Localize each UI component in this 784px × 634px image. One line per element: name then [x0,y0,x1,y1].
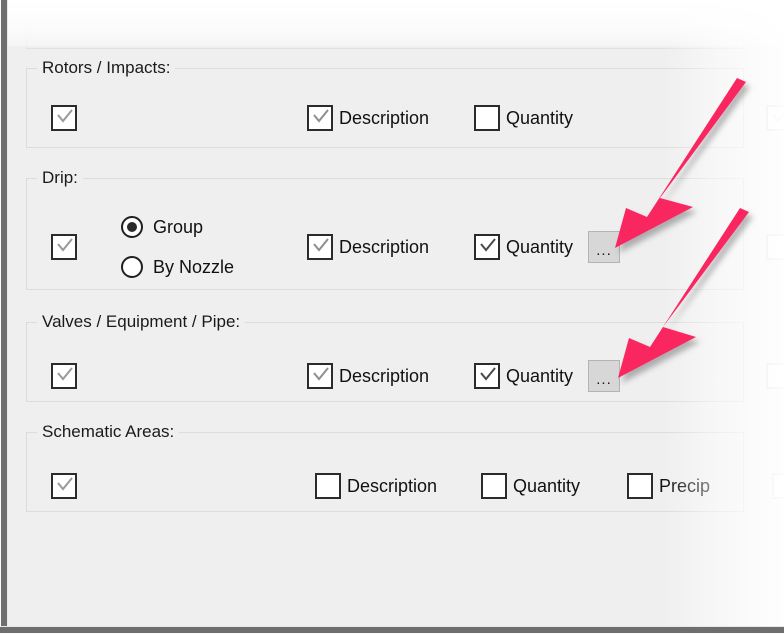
rotors-impacts-quantity-label: Quantity [506,108,574,128]
group-schematic-areas: Schematic Areas: [26,422,744,512]
valves-description-label: Description [339,366,430,386]
window-frame-bottom [0,626,784,634]
checkmark-icon [57,477,73,491]
ellipsis-icon: ... [596,371,612,388]
valves-quantity-options-button[interactable]: ... [588,360,620,392]
dialog-content-surface: By Nozzle Rotors / Impacts: Description … [8,0,784,626]
checkmark-icon [313,109,329,123]
schematic-areas-enable-checkbox[interactable] [51,473,77,499]
valves-equipment-pipe-enable-checkbox[interactable] [51,363,77,389]
schematic-areas-quantity-label: Quantity [513,476,581,496]
checkmark-icon [480,367,496,381]
rotors-impacts-quantity-checkbox[interactable] [474,105,500,131]
schematic-areas-description-checkbox[interactable] [315,473,341,499]
schematic-areas-precip-checkbox[interactable] [627,473,653,499]
drip-quantity-label: Quantity [506,237,574,257]
rotors-impacts-description-label: Description [339,108,430,128]
checkmark-icon [57,109,73,123]
drip-group-radio-label: Group [153,217,204,237]
drip-description-label: Description [339,237,430,257]
group-rotors-impacts-title: Rotors / Impacts: [37,58,176,78]
drip-description-checkbox[interactable] [307,234,333,260]
drip-quantity-checkbox[interactable] [474,234,500,260]
valves-description-checkbox[interactable] [307,363,333,389]
drip-by-nozzle-radio[interactable] [121,256,143,278]
schematic-areas-description-label: Description [347,476,438,496]
group-schematic-areas-title: Schematic Areas: [37,422,180,442]
drip-group-radio[interactable] [121,216,143,238]
checkmark-icon [480,238,496,252]
radio-selected-dot [127,222,137,232]
drip-quantity-options-button[interactable]: ... [588,231,620,263]
checkmark-icon [313,238,329,252]
checkmark-icon [772,112,784,123]
window-frame-left [0,0,8,634]
group-valves-equipment-pipe: Valves / Equipment / Pipe: [26,312,744,402]
rotors-impacts-extra-checkbox[interactable] [766,105,784,131]
settings-dialog-window: By Nozzle Rotors / Impacts: Description … [0,0,784,634]
schematic-areas-quantity-checkbox[interactable] [481,473,507,499]
scrolled-off-by-nozzle-label: By Nozzle [154,2,236,22]
valves-extra-checkbox[interactable] [766,363,784,389]
schematic-areas-precip-label: Precip [659,476,711,496]
checkmark-icon [57,238,73,252]
drip-enable-checkbox[interactable] [51,234,77,260]
rotors-impacts-description-checkbox[interactable] [307,105,333,131]
rotors-impacts-enable-checkbox[interactable] [51,105,77,131]
group-drip-title: Drip: [37,168,83,188]
scrolled-off-by-nozzle-radio[interactable] [122,2,144,24]
ellipsis-icon: ... [596,242,612,259]
valves-quantity-label: Quantity [506,366,574,386]
drip-extra-checkbox[interactable] [766,234,784,260]
checkmark-icon [57,367,73,381]
valves-quantity-checkbox[interactable] [474,363,500,389]
checkmark-icon [313,367,329,381]
drip-by-nozzle-radio-label: By Nozzle [153,257,235,277]
schematic-areas-extra-checkbox[interactable] [772,473,784,499]
group-valves-equipment-pipe-title: Valves / Equipment / Pipe: [37,312,246,332]
